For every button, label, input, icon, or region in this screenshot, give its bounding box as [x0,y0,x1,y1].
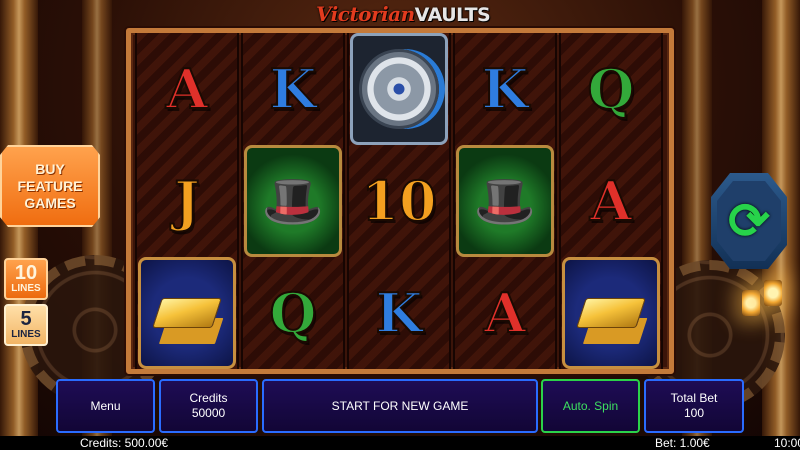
gold-bars-symbol [562,257,660,369]
symbol-cell [349,33,449,145]
buy-feature-button[interactable]: BUY FEATURE GAMES [0,145,100,227]
lines-10-number: 10 [14,262,38,284]
symbol-letter: K [375,280,424,346]
reel-3: 10 K [347,33,451,369]
reel-4: K 🎩 A [453,33,557,369]
status-bet: Bet: 1.00€ [655,436,710,450]
symbol-cell: A [561,145,661,257]
logo-word-vaults: VAULTS [414,4,491,26]
gentleman-symbol: 🎩 [244,145,342,257]
lines-5-label: LINES [11,329,41,340]
gentleman-icon: 🎩 [261,173,325,229]
symbol-letter: K [481,56,530,122]
start-button[interactable]: START FOR NEW GAME [262,379,538,433]
symbol-cell: 🎩 [243,145,343,257]
symbol-cell: A [137,33,237,145]
symbol-cell [137,257,237,369]
symbol-letter: A [589,168,633,234]
auto-spin-button[interactable]: Auto. Spin [541,379,640,433]
symbol-letter: A [483,280,527,346]
auto-spin-label: Auto. Spin [562,398,619,413]
buy-feature-label: BUY FEATURE GAMES [17,160,83,211]
symbol-letter: Q [268,280,317,346]
symbol-cell: 10 [349,145,449,257]
symbol-letter: Q [586,56,635,122]
symbol-cell: A [455,257,555,369]
symbol-cell: K [243,33,343,145]
status-time: 10:00 [774,436,800,450]
symbol-cell: K [455,33,555,145]
symbol-letter: J [173,168,201,234]
lamp-icon [764,280,782,306]
credits-display: Credits 50000 [159,379,258,433]
status-bar: Credits: 500.00€ Bet: 1.00€ 10:00 [0,436,800,450]
refresh-icon: ⟳ [728,193,770,249]
reel-1: A J [135,33,239,369]
gold-bars-symbol [138,257,236,369]
reel-5: Q A [559,33,663,369]
reel-grid: A J K 🎩 Q 10 K K 🎩 A Q A [126,28,674,374]
lines-10-label: LINES [11,283,41,294]
total-bet-button[interactable]: Total Bet 100 [644,379,744,433]
status-credits: Credits: 500.00€ [80,436,169,450]
lines-10-button[interactable]: 10 LINES [4,258,48,300]
symbol-letter: A [165,56,209,122]
symbol-cell: 🎩 [455,145,555,257]
lamp-icon [742,290,760,316]
symbol-cell: J [137,145,237,257]
credits-value: 50000 [191,406,226,420]
vault-door-symbol [350,33,448,145]
symbol-cell: Q [243,257,343,369]
credits-label: Credits [189,391,228,405]
start-label: START FOR NEW GAME [331,398,469,413]
menu-button[interactable]: Menu [56,379,155,433]
lines-5-button[interactable]: 5 LINES [4,304,48,346]
reel-2: K 🎩 Q [241,33,345,369]
symbol-cell [561,257,661,369]
lines-5-number: 5 [20,308,32,330]
gentleman-icon: 🎩 [473,173,537,229]
symbol-cell: Q [561,33,661,145]
symbol-cell: K [349,257,449,369]
total-bet-label: Total Bet [670,391,718,405]
spin-button-inner: ⟳ [717,181,781,261]
symbol-letter: K [269,56,318,122]
game-logo: VictorianVAULTS [316,0,491,28]
gentleman-symbol: 🎩 [456,145,554,257]
gold-bar-icon [576,298,646,328]
vault-door-icon [359,49,439,129]
total-bet-value: 100 [683,406,705,420]
gold-bar-icon [152,298,222,328]
spin-button[interactable]: ⟳ [711,173,787,269]
symbol-letter: 10 [360,168,437,234]
menu-label: Menu [90,398,121,413]
logo-word-victorian: Victorian [316,2,415,26]
